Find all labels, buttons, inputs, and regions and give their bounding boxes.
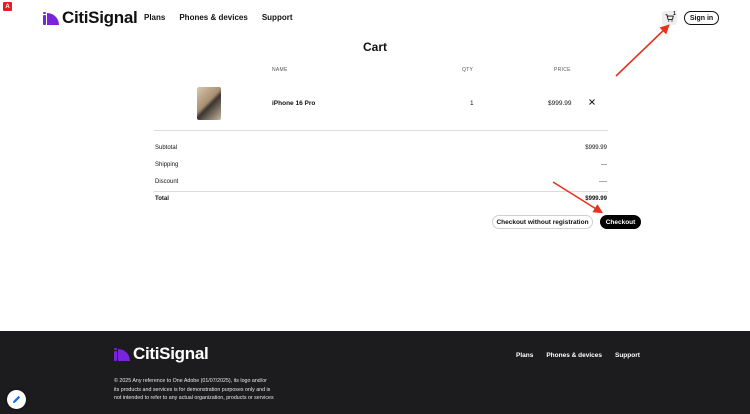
nav-phones-devices[interactable]: Phones & devices xyxy=(179,13,247,22)
total-value: $999.99 xyxy=(585,196,607,202)
legal-line: not intended to refer to any actual orga… xyxy=(114,395,274,402)
cart-count-badge: 1 xyxy=(673,11,676,17)
total-label: Total xyxy=(155,196,169,202)
footer-brand-logo[interactable]: CitiSignal xyxy=(114,344,209,364)
nav-plans[interactable]: Plans xyxy=(144,13,165,22)
column-header-price: PRICE xyxy=(554,67,571,73)
footer-brand-name: CitiSignal xyxy=(133,344,209,363)
edit-button[interactable] xyxy=(7,390,26,409)
pencil-icon xyxy=(12,395,21,404)
discount-label: Discount xyxy=(155,179,179,185)
footer-nav-support[interactable]: Support xyxy=(615,352,640,359)
brand-logo-icon xyxy=(43,11,59,25)
remove-item-button[interactable] xyxy=(586,96,598,108)
close-icon xyxy=(589,99,595,105)
footer-brand-logo-icon xyxy=(114,347,130,361)
checkout-without-registration-button[interactable]: Checkout without registration xyxy=(492,215,593,229)
brand-name: CitiSignal xyxy=(62,8,138,27)
legal-line: © 2025 Any reference to One Adobe (01/07… xyxy=(114,378,267,384)
nav-support[interactable]: Support xyxy=(262,13,293,22)
sign-in-button[interactable]: Sign in xyxy=(684,11,719,25)
legal-line: its products and services is for demonst… xyxy=(114,386,271,393)
checkout-button[interactable]: Checkout xyxy=(600,215,641,229)
discount-value: ---- xyxy=(599,179,607,185)
shipping-value: --- xyxy=(601,162,607,168)
item-divider xyxy=(154,130,608,131)
brand-logo[interactable]: CitiSignal xyxy=(43,8,138,28)
shipping-label: Shipping xyxy=(155,162,179,168)
cart-item-row: iPhone 16 Pro 1 $999.99 xyxy=(154,86,608,122)
total-divider xyxy=(154,191,608,192)
subtotal-label: Subtotal xyxy=(155,145,178,151)
product-quantity: 1 xyxy=(470,100,474,107)
site-header: CitiSignal Plans Phones & devices Suppor… xyxy=(0,0,750,36)
footer-nav-plans[interactable]: Plans xyxy=(516,352,533,359)
main-nav: Plans Phones & devices Support xyxy=(144,13,307,22)
subtotal-value: $999.99 xyxy=(585,145,607,151)
product-image[interactable] xyxy=(197,87,221,120)
footer-nav-phones-devices[interactable]: Phones & devices xyxy=(546,352,602,359)
footer-nav: Plans Phones & devices Support xyxy=(516,352,653,359)
column-header-name: NAME xyxy=(272,67,288,73)
product-name[interactable]: iPhone 16 Pro xyxy=(272,100,315,107)
column-header-qty: QTY xyxy=(462,67,474,73)
site-footer: CitiSignal Plans Phones & devices Suppor… xyxy=(0,331,750,414)
page-title: Cart xyxy=(362,40,387,54)
legal-text: © 2025 Any reference to One Adobe (01/07… xyxy=(114,377,304,403)
product-price: $999.99 xyxy=(548,100,572,107)
